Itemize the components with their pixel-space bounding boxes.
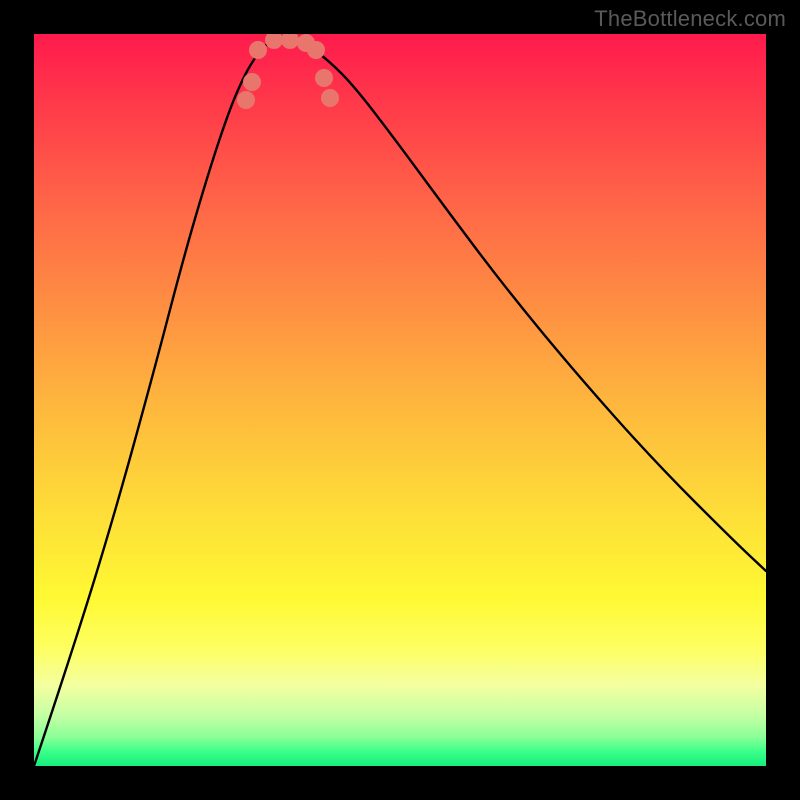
watermark-text: TheBottleneck.com	[594, 6, 786, 32]
highlight-marker-group	[237, 34, 339, 109]
outer-frame: TheBottleneck.com	[0, 0, 800, 800]
plot-area	[34, 34, 766, 766]
chart-svg	[34, 34, 766, 766]
highlight-marker	[243, 73, 261, 91]
highlight-marker	[315, 69, 333, 87]
highlight-marker	[307, 41, 325, 59]
highlight-marker	[265, 34, 283, 49]
highlight-marker	[281, 34, 299, 49]
bottleneck-curve-path	[34, 40, 766, 766]
highlight-marker	[249, 41, 267, 59]
highlight-marker	[321, 89, 339, 107]
highlight-marker	[237, 91, 255, 109]
